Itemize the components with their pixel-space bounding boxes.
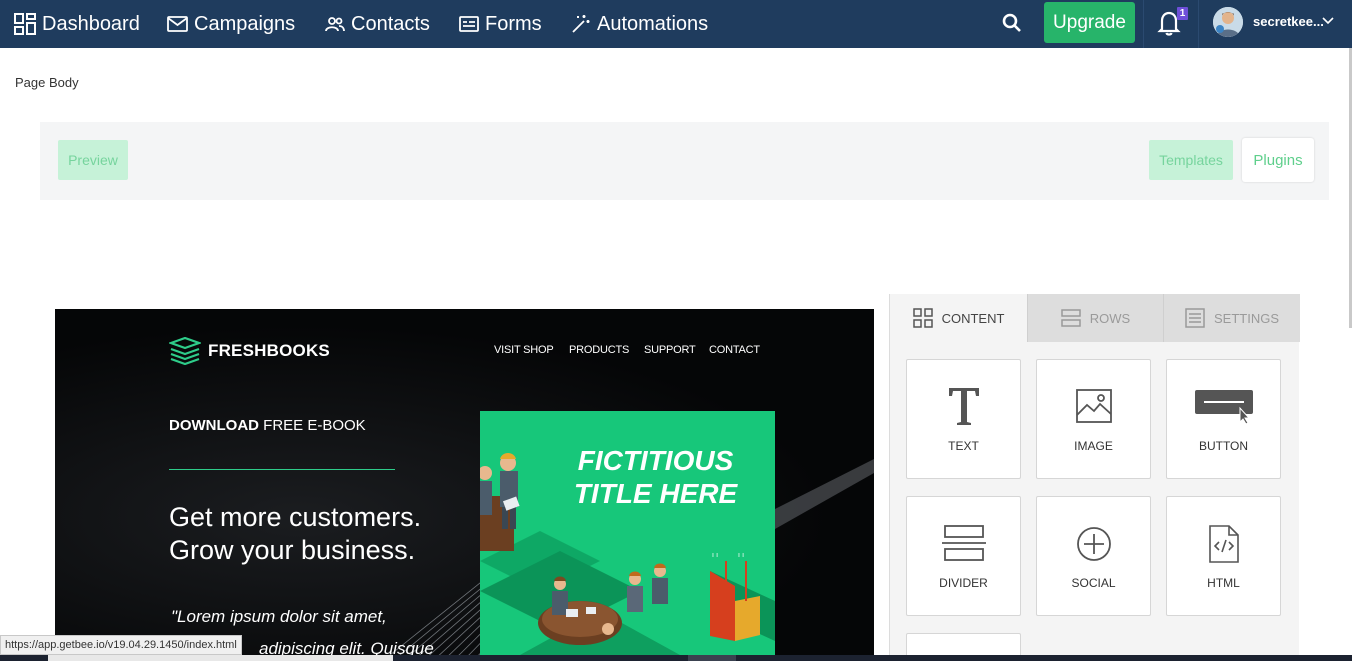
download-heading: DOWNLOAD FREE E-BOOK xyxy=(169,417,366,434)
tile-html-label: HTML xyxy=(1207,576,1240,590)
search-button[interactable] xyxy=(1000,10,1024,36)
tile-text-label: TEXT xyxy=(948,439,979,453)
tile-divider-label: DIVIDER xyxy=(939,576,988,590)
ebook-title: FICTITIOUS TITLE HERE xyxy=(568,444,743,510)
users-icon xyxy=(325,17,345,32)
nav-contacts-label: Contacts xyxy=(351,12,430,35)
magic-wand-icon xyxy=(572,15,590,33)
editor-toolbar xyxy=(40,122,1329,200)
quote-line-1: "Lorem ipsum dolor sit amet, xyxy=(171,607,387,626)
nav-automations-label: Automations xyxy=(597,12,709,35)
tab-rows-label: ROWS xyxy=(1089,310,1131,326)
divider-line xyxy=(169,469,395,470)
email-menu-visit-shop[interactable]: VISIT SHOP xyxy=(494,344,554,356)
settings-list-icon xyxy=(1185,308,1205,328)
templates-button[interactable]: Templates xyxy=(1149,140,1233,180)
grid-icon xyxy=(912,308,933,328)
email-menu-products[interactable]: PRODUCTS xyxy=(569,344,629,356)
nav-divider xyxy=(1198,0,1199,48)
upgrade-button[interactable]: Upgrade xyxy=(1044,2,1135,43)
freshbooks-logo: FRESHBOOKS xyxy=(169,337,330,365)
content-panel: CONTENT ROWS SETTINGS TEXT IMAGE BUTTON … xyxy=(889,294,1300,661)
headline-line-2: Grow your business. xyxy=(169,535,416,565)
nav-automations[interactable]: Automations xyxy=(571,0,708,48)
brand-name: FRESHBOOKS xyxy=(208,341,330,360)
svg-text:ı ı: ı ı xyxy=(712,551,718,559)
email-headline: Get more customers. Grow your business. xyxy=(169,501,469,567)
section-label: Page Body xyxy=(15,75,79,90)
email-canvas[interactable]: FRESHBOOKS VISIT SHOP PRODUCTS SUPPORT C… xyxy=(55,309,874,655)
svg-text:ı ı: ı ı xyxy=(738,551,744,559)
tile-image[interactable]: IMAGE xyxy=(1036,359,1151,479)
tile-button[interactable]: BUTTON xyxy=(1166,359,1281,479)
ebook-title-line-1: FICTITIOUS xyxy=(577,445,734,476)
tile-image-label: IMAGE xyxy=(1074,439,1113,453)
top-navigation: Dashboard Campaigns Contacts Forms Autom… xyxy=(0,0,1352,48)
nav-dashboard[interactable]: Dashboard xyxy=(14,0,140,48)
tile-html[interactable]: HTML xyxy=(1166,496,1281,616)
tile-text[interactable]: TEXT xyxy=(906,359,1021,479)
ebook-cover: ı ı ı ı FICTITIOUS TITLE HERE xyxy=(480,411,775,655)
strip-segment xyxy=(688,655,736,661)
status-bar-url: https://app.getbee.io/v19.04.29.1450/ind… xyxy=(0,635,242,655)
tile-social[interactable]: SOCIAL xyxy=(1036,496,1151,616)
plus-circle-icon xyxy=(1076,527,1111,561)
tab-content[interactable]: CONTENT xyxy=(890,294,1027,342)
nav-forms-label: Forms xyxy=(485,12,542,35)
image-icon xyxy=(1075,389,1112,423)
tab-rows[interactable]: ROWS xyxy=(1027,294,1163,342)
tile-divider[interactable]: DIVIDER xyxy=(906,496,1021,616)
download-rest: FREE E-BOOK xyxy=(259,417,366,434)
nav-campaigns[interactable]: Campaigns xyxy=(167,0,295,48)
text-icon xyxy=(948,388,979,425)
dashboard-icon xyxy=(14,13,36,35)
nav-contacts[interactable]: Contacts xyxy=(325,0,430,48)
tab-settings[interactable]: SETTINGS xyxy=(1163,294,1300,342)
ebook-title-line-2: TITLE HERE xyxy=(573,478,738,509)
nav-dashboard-label: Dashboard xyxy=(42,12,140,35)
notification-badge: 1 xyxy=(1177,7,1188,20)
tile-social-label: SOCIAL xyxy=(1071,576,1116,590)
html-file-icon xyxy=(1208,525,1239,563)
form-icon xyxy=(459,16,479,32)
download-bold: DOWNLOAD xyxy=(169,417,259,434)
light-streak-image xyxy=(775,459,874,529)
nav-campaigns-label: Campaigns xyxy=(194,12,296,35)
preview-button[interactable]: Preview xyxy=(58,140,128,180)
button-icon xyxy=(1194,390,1253,424)
divider-icon xyxy=(941,525,986,561)
chevron-down-icon[interactable] xyxy=(1322,15,1334,27)
bottom-strip xyxy=(0,655,1352,661)
nav-divider xyxy=(1143,0,1144,48)
user-avatar-icon xyxy=(1213,7,1243,37)
email-menu-contact[interactable]: CONTACT xyxy=(709,344,760,356)
avatar[interactable] xyxy=(1213,7,1243,37)
nav-forms[interactable]: Forms xyxy=(459,0,542,48)
rows-icon xyxy=(1061,309,1081,327)
mail-icon xyxy=(167,16,188,32)
stack-icon xyxy=(169,337,201,365)
search-icon xyxy=(1002,13,1021,32)
tab-content-label: CONTENT xyxy=(941,310,1005,326)
tab-settings-label: SETTINGS xyxy=(1213,310,1279,326)
headline-line-1: Get more customers. xyxy=(169,502,422,532)
plugins-button[interactable]: Plugins xyxy=(1242,138,1314,182)
tile-button-label: BUTTON xyxy=(1198,439,1249,453)
strip-segment xyxy=(48,655,393,661)
username[interactable]: secretkee... xyxy=(1253,14,1324,29)
email-menu-support[interactable]: SUPPORT xyxy=(644,344,696,356)
